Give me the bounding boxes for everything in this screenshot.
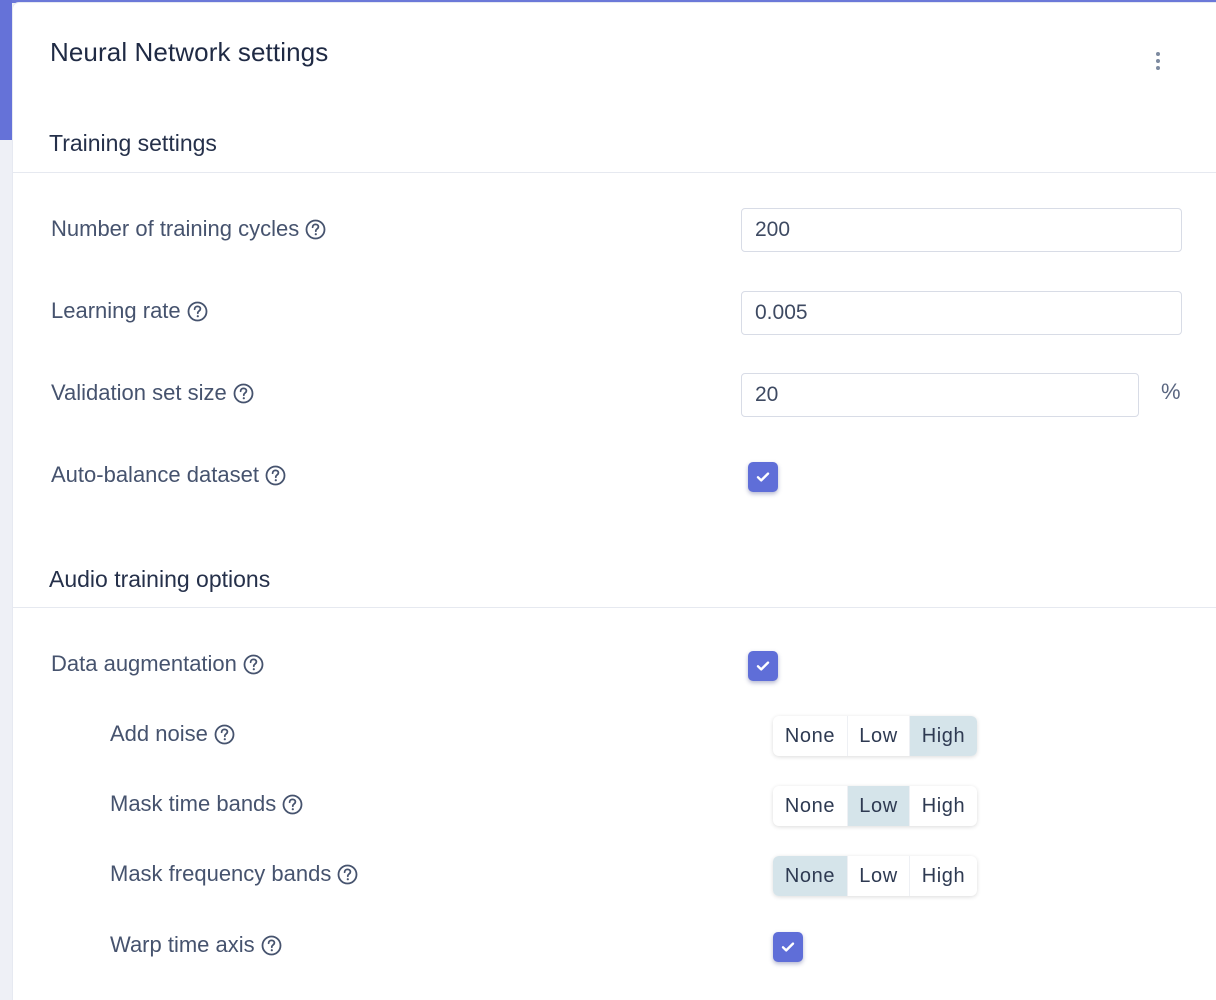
help-icon[interactable] <box>337 864 358 885</box>
mask-frequency-bands-segmented-control: None Low High <box>773 856 977 896</box>
checkmark-icon <box>781 942 795 952</box>
add-noise-segmented-control: None Low High <box>773 716 977 756</box>
help-icon[interactable] <box>282 794 303 815</box>
learning-rate-input[interactable] <box>741 291 1182 335</box>
mask-frequency-bands-option-none[interactable]: None <box>773 856 848 896</box>
warp-time-axis-label-text: Warp time axis <box>110 932 255 957</box>
auto-balance-checkbox[interactable] <box>748 462 778 492</box>
validation-set-size-input[interactable] <box>741 373 1139 417</box>
mask-time-bands-option-none[interactable]: None <box>773 786 848 826</box>
add-noise-option-high[interactable]: High <box>910 716 977 756</box>
help-icon[interactable] <box>214 724 235 745</box>
mask-time-bands-segmented-control: None Low High <box>773 786 977 826</box>
add-noise-label: Add noise <box>110 721 235 747</box>
learning-rate-label: Learning rate <box>51 298 208 324</box>
mask-time-bands-label: Mask time bands <box>110 791 303 817</box>
mask-time-bands-option-low[interactable]: Low <box>848 786 910 826</box>
auto-balance-label: Auto-balance dataset <box>51 462 286 488</box>
checkmark-icon <box>756 661 770 671</box>
help-icon[interactable] <box>187 301 208 322</box>
section-divider <box>13 172 1216 173</box>
training-cycles-label: Number of training cycles <box>51 216 326 242</box>
mask-time-bands-option-high[interactable]: High <box>910 786 977 826</box>
mask-frequency-bands-label-text: Mask frequency bands <box>110 861 332 886</box>
data-augmentation-label-text: Data augmentation <box>51 651 237 676</box>
help-icon[interactable] <box>305 219 326 240</box>
training-cycles-label-text: Number of training cycles <box>51 216 300 241</box>
section-divider <box>13 607 1216 608</box>
help-icon[interactable] <box>265 465 286 486</box>
audio-training-options-title: Audio training options <box>49 566 271 592</box>
add-noise-option-low[interactable]: Low <box>848 716 910 756</box>
add-noise-option-none[interactable]: None <box>773 716 848 756</box>
validation-set-size-label-text: Validation set size <box>51 380 227 405</box>
validation-set-size-label: Validation set size <box>51 380 254 406</box>
help-icon[interactable] <box>233 383 254 404</box>
warp-time-axis-label: Warp time axis <box>110 932 282 958</box>
add-noise-label-text: Add noise <box>110 721 208 746</box>
neural-network-settings-card: Neural Network settings Training setting… <box>13 3 1216 1000</box>
percent-unit: % <box>1161 379 1181 404</box>
learning-rate-label-text: Learning rate <box>51 298 181 323</box>
help-icon[interactable] <box>243 654 264 675</box>
training-settings-title: Training settings <box>49 130 217 156</box>
more-options-icon[interactable] <box>1147 49 1169 73</box>
mask-frequency-bands-option-high[interactable]: High <box>910 856 977 896</box>
warp-time-axis-checkbox[interactable] <box>773 932 803 962</box>
left-accent-bar <box>0 0 12 140</box>
card-title: Neural Network settings <box>50 37 329 67</box>
mask-frequency-bands-option-low[interactable]: Low <box>848 856 910 896</box>
data-augmentation-label: Data augmentation <box>51 651 264 677</box>
mask-frequency-bands-label: Mask frequency bands <box>110 861 358 887</box>
mask-time-bands-label-text: Mask time bands <box>110 791 277 816</box>
checkmark-icon <box>756 472 770 482</box>
data-augmentation-checkbox[interactable] <box>748 651 778 681</box>
help-icon[interactable] <box>261 935 282 956</box>
training-cycles-input[interactable] <box>741 208 1182 252</box>
auto-balance-label-text: Auto-balance dataset <box>51 462 259 487</box>
